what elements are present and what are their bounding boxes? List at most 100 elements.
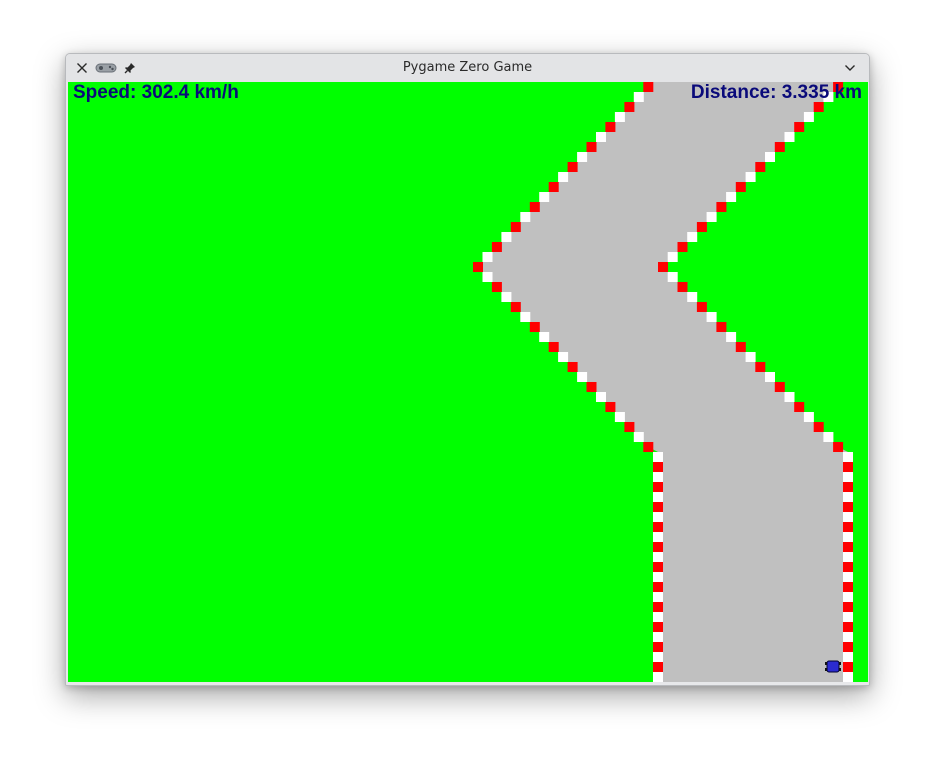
left-kerb-block bbox=[624, 102, 635, 112]
left-kerb-block bbox=[653, 532, 663, 542]
right-kerb-block bbox=[667, 252, 678, 262]
right-kerb-block bbox=[755, 162, 766, 172]
right-kerb-block bbox=[755, 362, 766, 372]
right-kerb-block bbox=[843, 552, 853, 562]
right-kerb-block bbox=[735, 182, 746, 192]
left-kerb-block bbox=[653, 632, 663, 642]
right-kerb-block bbox=[843, 622, 853, 632]
right-kerb-block bbox=[706, 212, 717, 222]
right-kerb-block bbox=[843, 612, 853, 622]
right-kerb-block bbox=[843, 602, 853, 612]
right-kerb-block bbox=[843, 572, 853, 582]
right-kerb-block bbox=[843, 452, 853, 462]
right-kerb-block bbox=[774, 382, 785, 392]
left-kerb-block bbox=[491, 242, 502, 252]
right-kerb-block bbox=[658, 262, 668, 272]
right-kerb-block bbox=[706, 312, 717, 322]
right-kerb-block bbox=[843, 652, 853, 662]
left-kerb-block bbox=[633, 92, 644, 102]
right-kerb-block bbox=[774, 142, 785, 152]
right-kerb-block bbox=[696, 222, 707, 232]
right-kerb-block bbox=[843, 462, 853, 472]
left-kerb-block bbox=[529, 322, 540, 332]
right-kerb-block bbox=[813, 422, 824, 432]
right-kerb-block bbox=[696, 302, 707, 312]
left-kerb-block bbox=[482, 272, 493, 282]
left-kerb-block bbox=[577, 152, 588, 162]
left-kerb-block bbox=[548, 182, 559, 192]
left-kerb-block bbox=[614, 412, 625, 422]
game-canvas[interactable]: Speed: 302.4 km/h Distance: 3.335 km bbox=[68, 82, 868, 682]
left-kerb-block bbox=[653, 572, 663, 582]
titlebar[interactable]: Pygame Zero Game bbox=[66, 54, 869, 82]
left-kerb-block bbox=[510, 302, 521, 312]
left-kerb-block bbox=[596, 132, 606, 142]
right-kerb-block bbox=[745, 352, 756, 362]
left-kerb-block bbox=[653, 642, 663, 652]
left-kerb-block bbox=[653, 502, 663, 512]
right-kerb-block bbox=[843, 532, 853, 542]
right-kerb-block bbox=[843, 522, 853, 532]
right-kerb-block bbox=[784, 132, 795, 142]
left-kerb-block bbox=[567, 362, 578, 372]
right-kerb-block bbox=[843, 662, 853, 672]
left-kerb-block bbox=[653, 662, 663, 672]
right-kerb-block bbox=[716, 202, 727, 212]
left-kerb-block bbox=[501, 232, 512, 242]
left-kerb-block bbox=[614, 112, 625, 122]
left-kerb-block bbox=[491, 282, 502, 292]
right-kerb-block bbox=[843, 502, 853, 512]
left-kerb-block bbox=[653, 652, 663, 662]
left-kerb-block bbox=[520, 312, 531, 322]
right-kerb-block bbox=[843, 482, 853, 492]
left-kerb-block bbox=[473, 262, 483, 272]
right-kerb-block bbox=[794, 402, 805, 412]
left-kerb-block bbox=[653, 462, 663, 472]
right-kerb-block bbox=[843, 632, 853, 642]
left-kerb-block bbox=[577, 372, 588, 382]
left-kerb-block bbox=[586, 142, 597, 152]
left-kerb-block bbox=[558, 172, 569, 182]
left-kerb-block bbox=[586, 382, 597, 392]
right-kerb-block bbox=[843, 512, 853, 522]
right-kerb-block bbox=[843, 582, 853, 592]
race-track bbox=[473, 82, 853, 682]
right-kerb-block bbox=[677, 282, 688, 292]
right-kerb-block bbox=[784, 392, 795, 402]
left-kerb-block bbox=[633, 432, 644, 442]
left-kerb-block bbox=[653, 542, 663, 552]
left-kerb-block bbox=[643, 82, 654, 92]
left-kerb-block bbox=[653, 492, 663, 502]
right-kerb-block bbox=[794, 122, 805, 132]
game-window: Pygame Zero Game Speed: 302.4 km/h Dista… bbox=[65, 53, 870, 686]
right-kerb-block bbox=[687, 292, 698, 302]
left-kerb-block bbox=[653, 452, 663, 462]
left-kerb-block bbox=[653, 672, 663, 682]
window-title: Pygame Zero Game bbox=[402, 60, 533, 75]
right-kerb-block bbox=[667, 272, 678, 282]
right-kerb-block bbox=[716, 322, 727, 332]
player-car bbox=[825, 660, 841, 673]
left-kerb-block bbox=[653, 472, 663, 482]
left-kerb-block bbox=[653, 602, 663, 612]
right-kerb-block bbox=[843, 562, 853, 572]
left-kerb-block bbox=[653, 582, 663, 592]
right-kerb-block bbox=[765, 372, 775, 382]
window-menu-button[interactable] bbox=[841, 59, 859, 77]
left-kerb-block bbox=[558, 352, 569, 362]
right-kerb-block bbox=[803, 412, 814, 422]
left-kerb-block bbox=[501, 292, 512, 302]
right-kerb-block bbox=[726, 192, 737, 202]
right-kerb-block bbox=[735, 342, 746, 352]
left-kerb-block bbox=[653, 622, 663, 632]
left-kerb-block bbox=[539, 192, 550, 202]
right-kerb-block bbox=[843, 542, 853, 552]
right-kerb-block bbox=[833, 442, 844, 452]
right-kerb-block bbox=[843, 472, 853, 482]
left-kerb-block bbox=[510, 222, 521, 232]
left-kerb-block bbox=[529, 202, 540, 212]
left-kerb-block bbox=[605, 122, 616, 132]
left-kerb-block bbox=[482, 252, 493, 262]
distance-readout: Distance: 3.335 km bbox=[690, 82, 862, 103]
left-kerb-block bbox=[520, 212, 531, 222]
